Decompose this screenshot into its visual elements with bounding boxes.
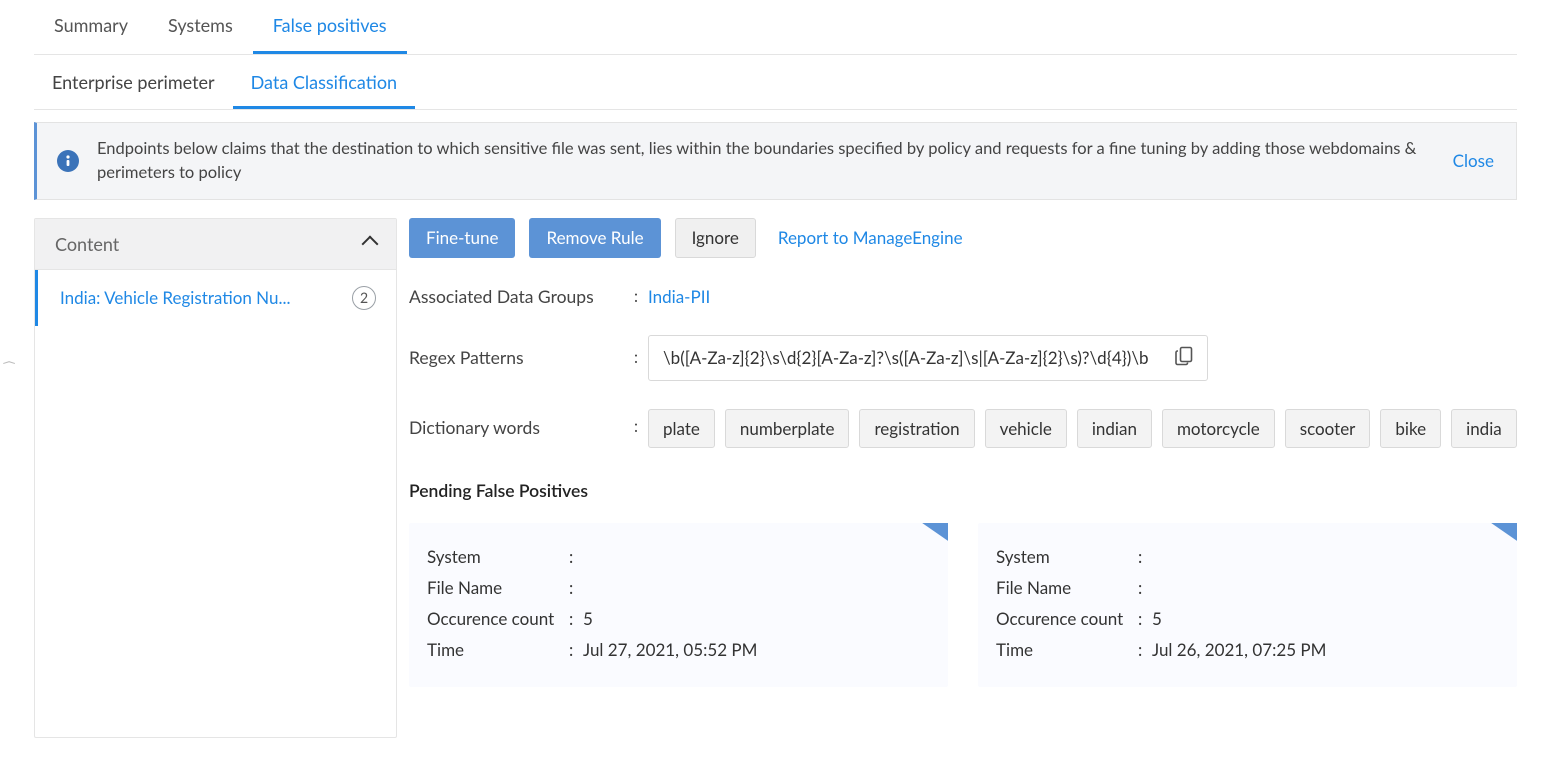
dictionary-chip: plate bbox=[648, 409, 715, 448]
dictionary-chip: scooter bbox=[1285, 409, 1371, 448]
main-panel: Fine-tune Remove Rule Ignore Report to M… bbox=[409, 218, 1517, 738]
alert-message: Endpoints below claims that the destinat… bbox=[97, 137, 1435, 185]
dictionary-chip: indian bbox=[1077, 409, 1152, 448]
card-system-value bbox=[583, 546, 932, 567]
card-occur-label: Occurence count bbox=[427, 608, 569, 629]
card-file-label: File Name bbox=[427, 577, 569, 598]
dictionary-chip: registration bbox=[859, 409, 974, 448]
fine-tune-button[interactable]: Fine-tune bbox=[409, 218, 515, 258]
regex-label: Regex Patterns bbox=[409, 347, 634, 368]
dictionary-chip: numberplate bbox=[725, 409, 850, 448]
dictionary-chips: plate numberplateregistration vehicle india… bbox=[648, 409, 1517, 448]
pending-cards: System:File Name:Occurence count:5Time:J… bbox=[409, 523, 1517, 687]
remove-rule-button[interactable]: Remove Rule bbox=[529, 218, 660, 258]
regex-pattern-text: \b([A-Za-z]{2}\s\d{2}[A-Za-z]?\s([A-Za-z… bbox=[663, 347, 1157, 368]
sidebar-section-toggle[interactable]: Content bbox=[35, 219, 396, 270]
sidebar-item-label: India: Vehicle Registration Nu... bbox=[60, 287, 291, 308]
action-bar: Fine-tune Remove Rule Ignore Report to M… bbox=[409, 218, 1517, 258]
ignore-button[interactable]: Ignore bbox=[675, 218, 756, 258]
tab-summary[interactable]: Summary bbox=[34, 0, 148, 54]
info-alert: Endpoints below claims that the destinat… bbox=[34, 122, 1517, 200]
card-file-value bbox=[1152, 577, 1501, 598]
alert-close-link[interactable]: Close bbox=[1453, 149, 1494, 174]
assoc-groups-link[interactable]: India-PII bbox=[648, 286, 710, 307]
content-sidebar: Content India: Vehicle Registration Nu..… bbox=[34, 218, 397, 738]
copy-icon[interactable] bbox=[1175, 346, 1193, 370]
dictionary-chip: bike bbox=[1380, 409, 1441, 448]
top-tabs: Summary Systems False positives bbox=[34, 0, 1517, 55]
sidebar-item-count: 2 bbox=[352, 286, 376, 310]
card-time-label: Time bbox=[996, 639, 1138, 660]
sidebar-section-label: Content bbox=[55, 233, 119, 255]
dictionary-chip: motorcycle bbox=[1162, 409, 1275, 448]
card-occur-label: Occurence count bbox=[996, 608, 1138, 629]
dictionary-chip: india bbox=[1451, 409, 1517, 448]
subtab-enterprise-perimeter[interactable]: Enterprise perimeter bbox=[34, 59, 233, 109]
pending-card[interactable]: System:File Name:Occurence count:5Time:J… bbox=[409, 523, 948, 687]
regex-pattern-box: \b([A-Za-z]{2}\s\d{2}[A-Za-z]?\s([A-Za-z… bbox=[648, 335, 1208, 381]
card-system-value bbox=[1152, 546, 1501, 567]
info-icon bbox=[57, 150, 79, 172]
card-file-label: File Name bbox=[996, 577, 1138, 598]
dictionary-label: Dictionary words bbox=[409, 409, 634, 438]
sidebar-item-india-vehicle[interactable]: India: Vehicle Registration Nu... 2 bbox=[35, 270, 396, 326]
left-collapse-handle[interactable]: ⟨ bbox=[2, 360, 18, 365]
report-link[interactable]: Report to ManageEngine bbox=[770, 227, 963, 248]
tab-systems[interactable]: Systems bbox=[148, 0, 253, 54]
card-system-label: System bbox=[996, 546, 1138, 567]
card-time-value: Jul 27, 2021, 05:52 PM bbox=[583, 639, 932, 660]
card-file-value bbox=[583, 577, 932, 598]
card-time-label: Time bbox=[427, 639, 569, 660]
card-time-value: Jul 26, 2021, 07:25 PM bbox=[1152, 639, 1501, 660]
card-occur-value: 5 bbox=[1152, 608, 1501, 629]
assoc-groups-label: Associated Data Groups bbox=[409, 286, 634, 307]
dictionary-chip: vehicle bbox=[985, 409, 1067, 448]
tab-false-positives[interactable]: False positives bbox=[253, 0, 407, 54]
card-system-label: System bbox=[427, 546, 569, 567]
chevron-up-icon bbox=[362, 235, 379, 252]
card-occur-value: 5 bbox=[583, 608, 932, 629]
sub-tabs: Enterprise perimeter Data Classification bbox=[34, 59, 1517, 110]
pending-card[interactable]: System:File Name:Occurence count:5Time:J… bbox=[978, 523, 1517, 687]
pending-title: Pending False Positives bbox=[409, 480, 1517, 501]
subtab-data-classification[interactable]: Data Classification bbox=[233, 59, 416, 109]
